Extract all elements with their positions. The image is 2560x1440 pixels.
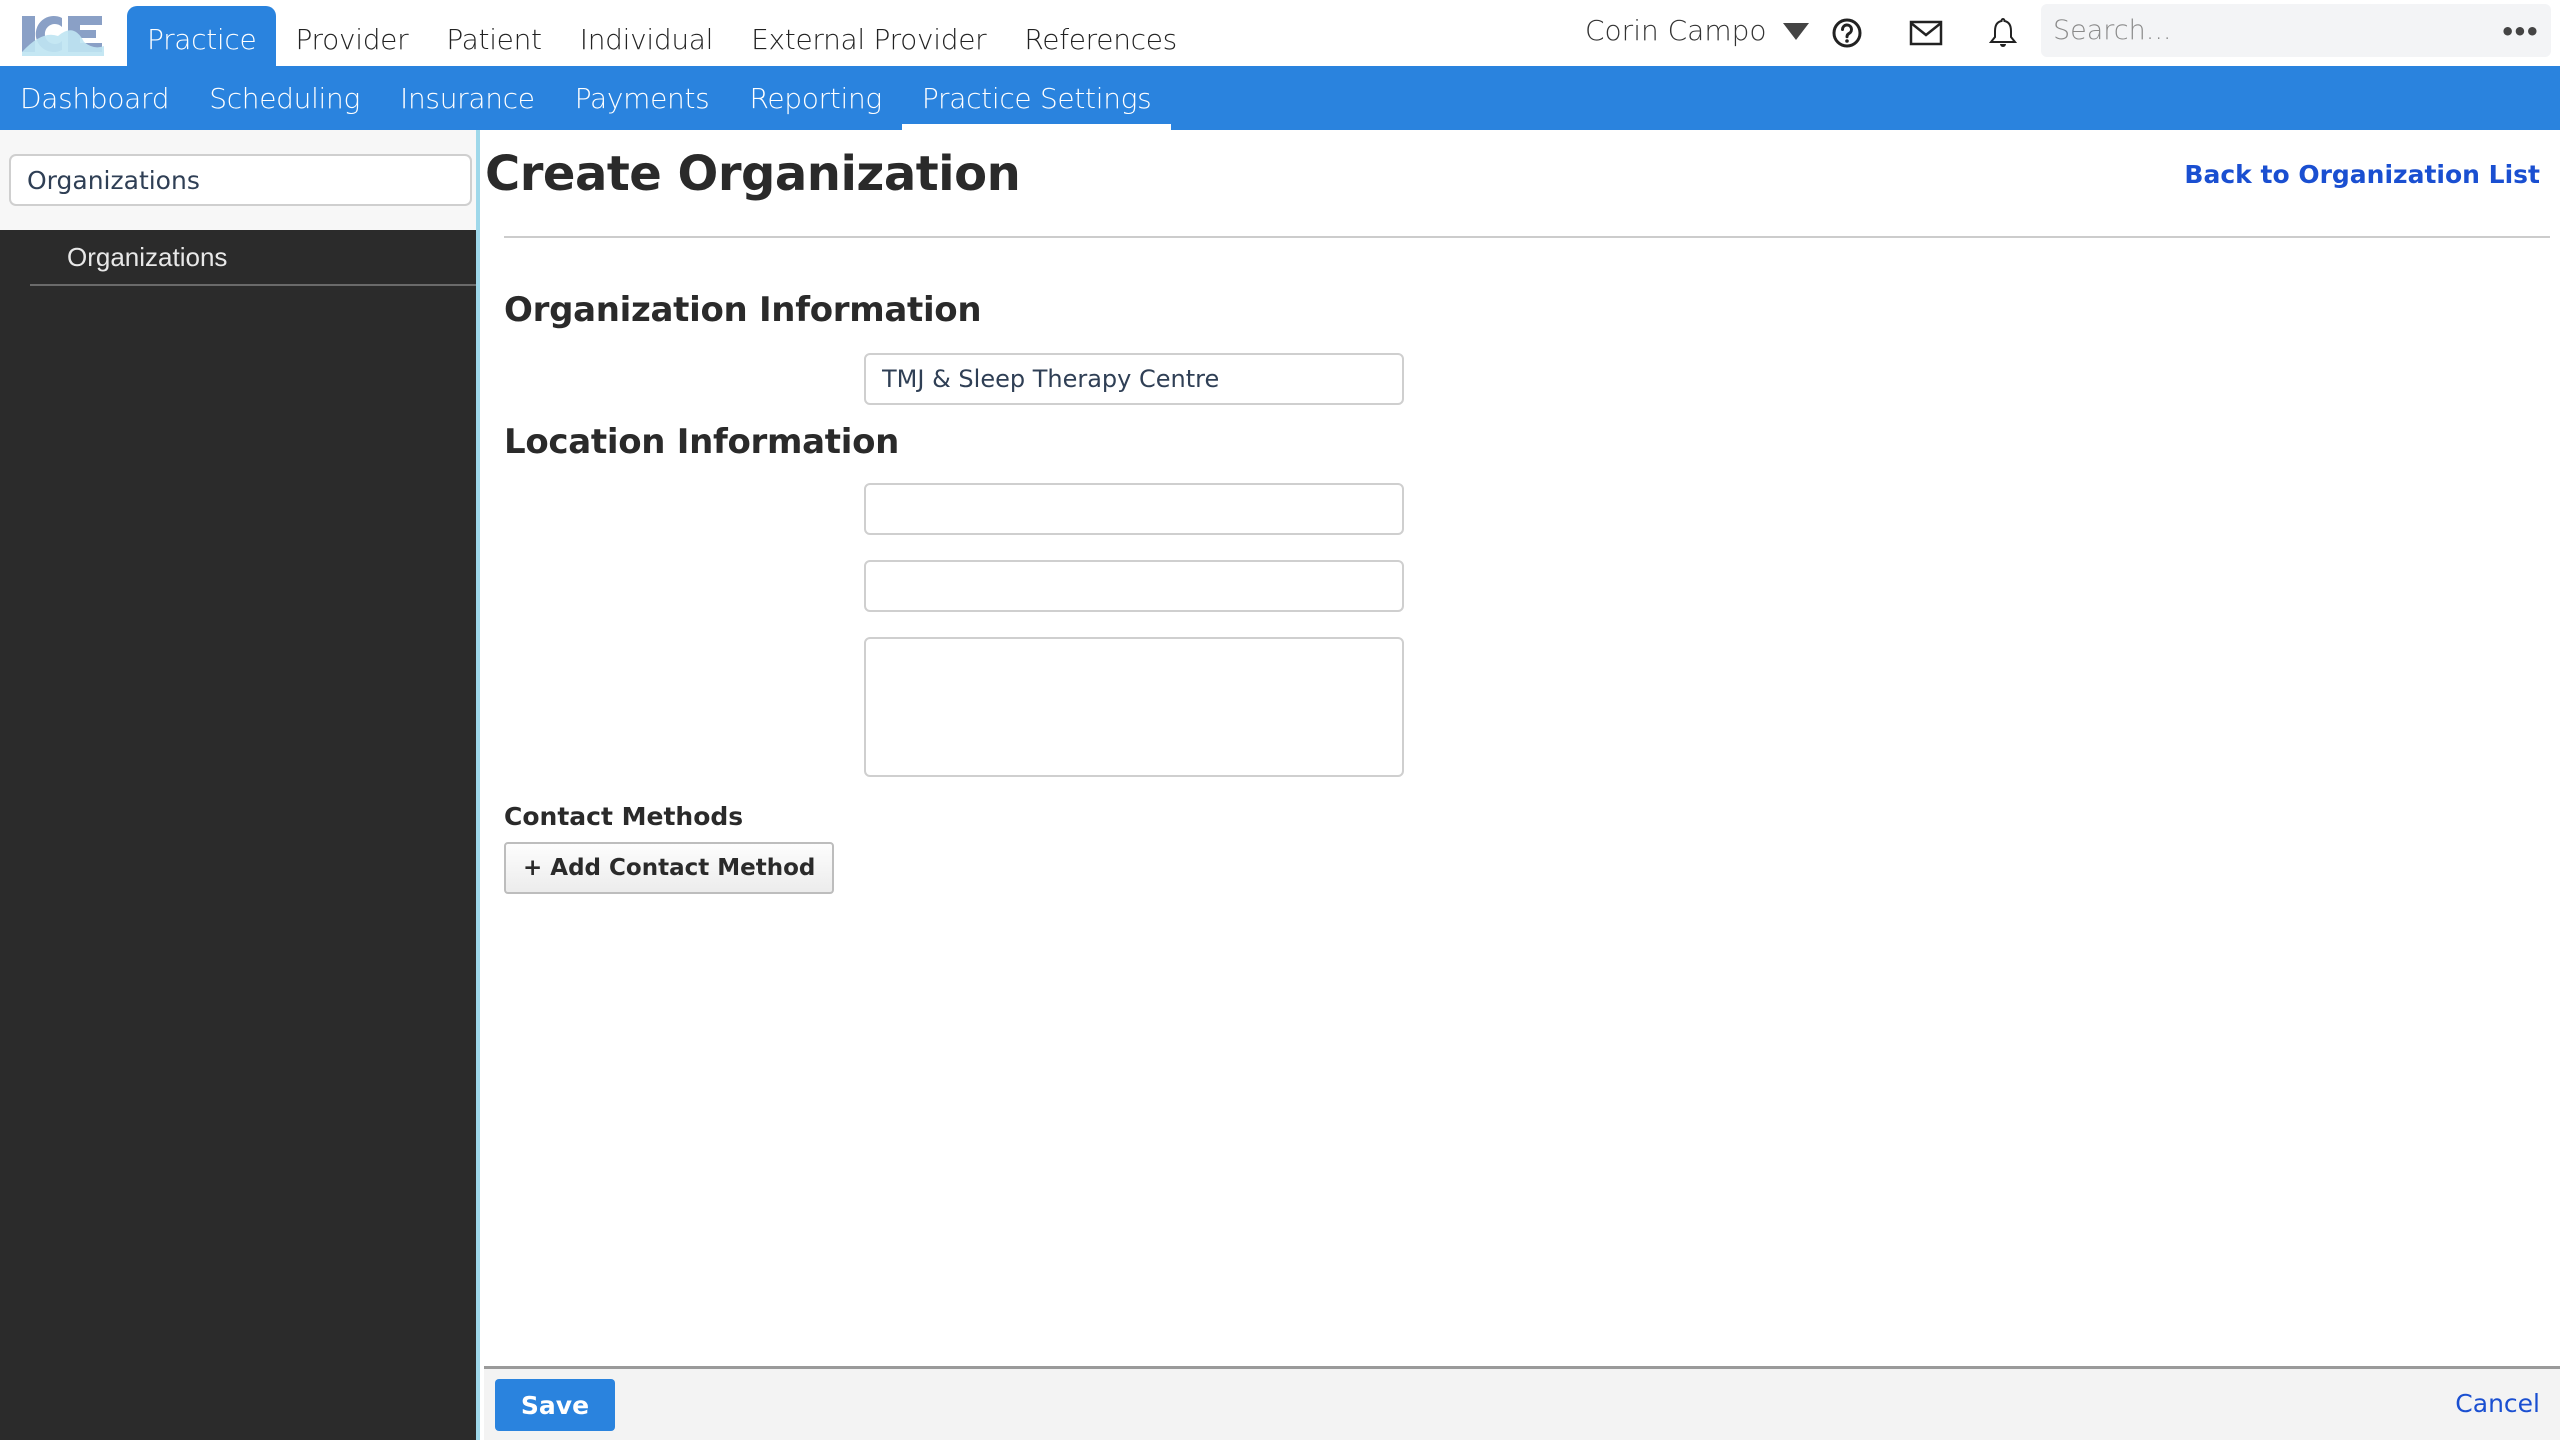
user-menu[interactable]: Corin Campo	[1585, 14, 1809, 47]
organization-name-input[interactable]	[864, 353, 1404, 405]
ice-logo[interactable]	[22, 12, 104, 56]
mail-icon[interactable]	[1909, 16, 1943, 50]
tab-individual[interactable]: Individual	[561, 6, 732, 66]
section-organization-information: Organization Information	[504, 290, 982, 330]
top-nav: Practice Provider Patient Individual Ext…	[0, 0, 2560, 66]
global-search: •••	[2041, 4, 2551, 57]
subnav-practice-settings[interactable]: Practice Settings	[901, 66, 1172, 130]
main-content: Create Organization Back to Organization…	[484, 130, 2560, 1366]
main-tabs: Practice Provider Patient Individual Ext…	[127, 6, 1196, 66]
subnav-reporting[interactable]: Reporting	[729, 66, 901, 130]
subnav-payments[interactable]: Payments	[555, 66, 730, 130]
tab-patient[interactable]: Patient	[427, 6, 560, 66]
subnav-scheduling[interactable]: Scheduling	[189, 66, 380, 130]
user-name: Corin Campo	[1585, 14, 1767, 47]
map-url-input[interactable]	[864, 560, 1404, 612]
sub-nav: Dashboard Scheduling Insurance Payments …	[0, 66, 2560, 130]
page-title: Create Organization	[485, 146, 1021, 202]
section-location-information: Location Information	[504, 422, 900, 462]
tab-references[interactable]: References	[1005, 6, 1196, 66]
tab-provider[interactable]: Provider	[276, 6, 427, 66]
subnav-dashboard[interactable]: Dashboard	[0, 66, 189, 130]
save-button[interactable]: Save	[495, 1379, 615, 1431]
notes-textarea[interactable]	[864, 637, 1404, 777]
subnav-insurance[interactable]: Insurance	[380, 66, 555, 130]
sidebar-filter-input[interactable]	[9, 154, 472, 206]
sidebar-filter-area	[0, 130, 476, 230]
sidebar: Organizations	[0, 130, 480, 1440]
contact-methods-heading: Contact Methods	[504, 802, 744, 831]
tab-external-provider[interactable]: External Provider	[732, 6, 1005, 66]
bell-icon[interactable]	[1986, 16, 2020, 50]
tab-practice[interactable]: Practice	[127, 6, 277, 66]
more-options-icon[interactable]: •••	[2500, 18, 2540, 46]
cancel-link[interactable]: Cancel	[2455, 1389, 2540, 1418]
caret-down-icon	[1782, 23, 1809, 40]
help-icon[interactable]	[1830, 16, 1864, 50]
back-to-organization-list-link[interactable]: Back to Organization List	[2184, 160, 2540, 189]
form-footer: Save Cancel	[484, 1366, 2560, 1440]
add-contact-method-button[interactable]: + Add Contact Method	[504, 842, 835, 894]
title-divider	[504, 236, 2550, 238]
sidebar-item-organizations[interactable]: Organizations	[30, 230, 476, 286]
search-input[interactable]	[2041, 4, 2481, 57]
website-url-input[interactable]	[864, 483, 1404, 535]
